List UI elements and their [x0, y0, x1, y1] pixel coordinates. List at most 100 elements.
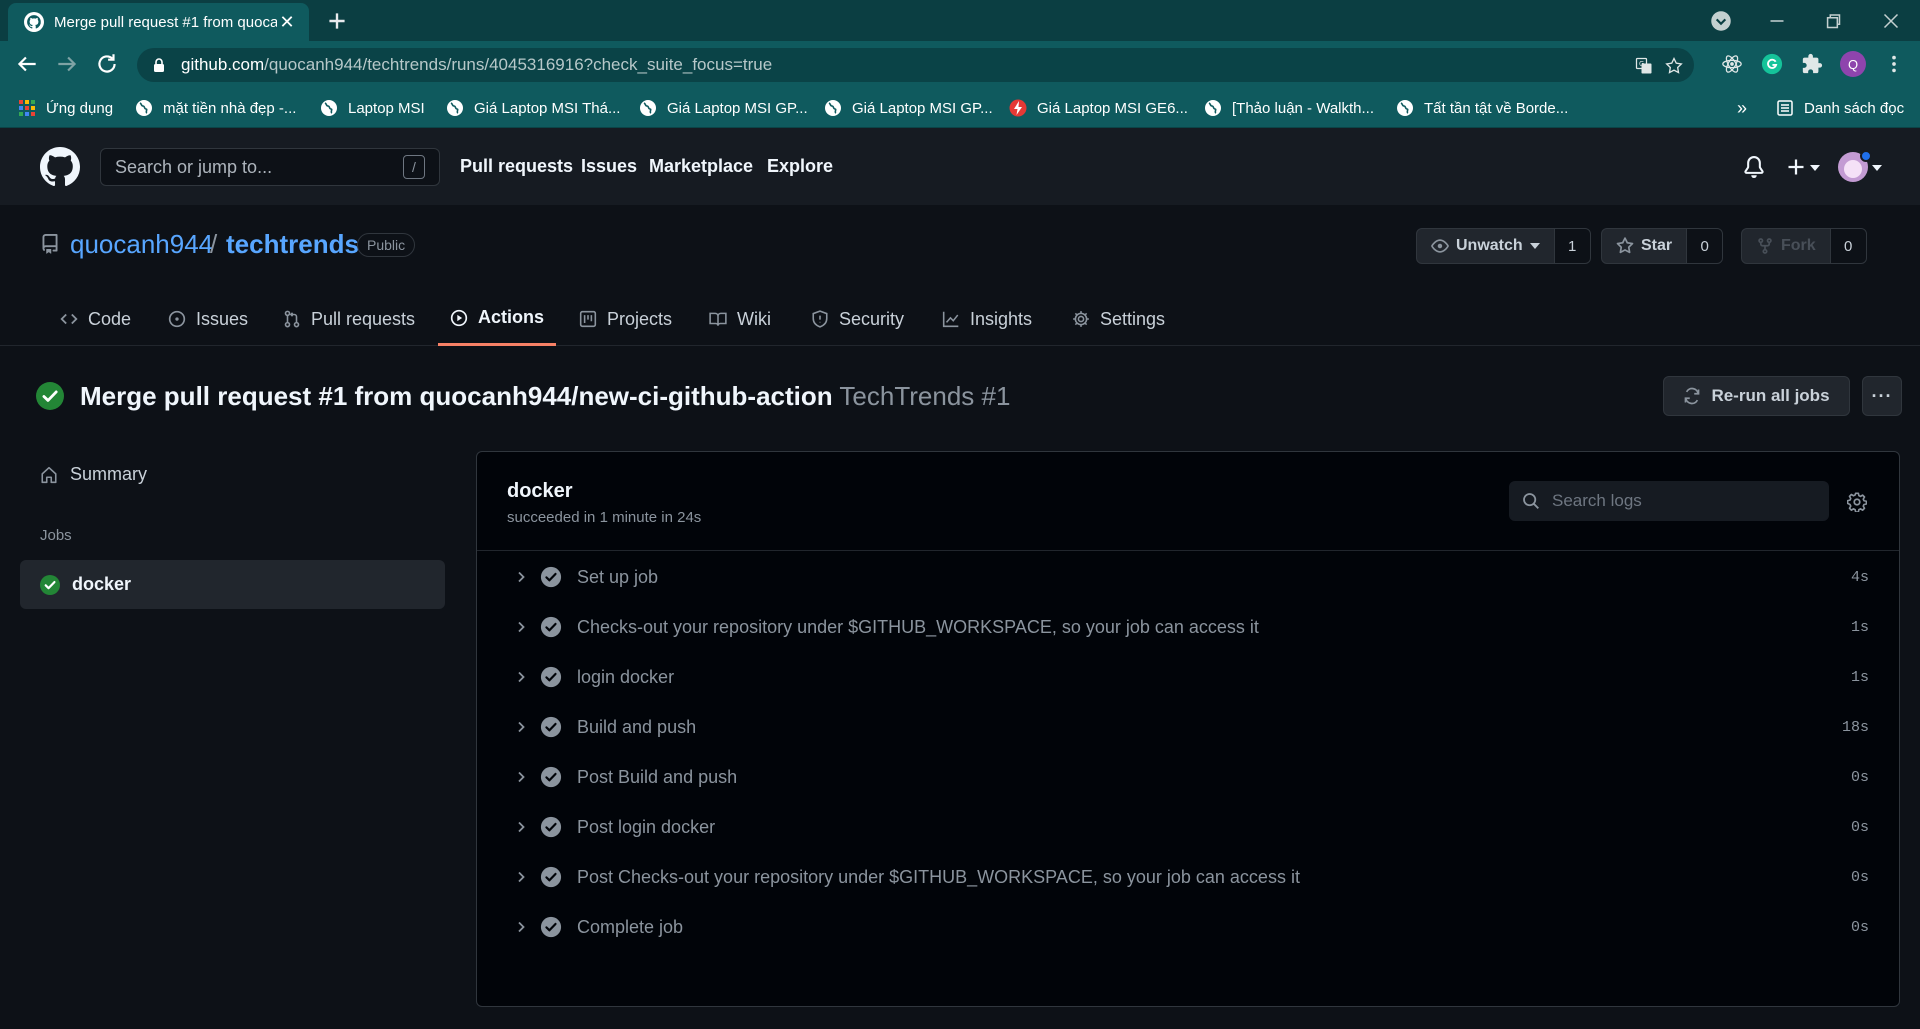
fork-button[interactable]: Fork 0 — [1741, 228, 1867, 264]
grammarly-icon[interactable] — [1761, 53, 1783, 75]
forward-icon[interactable] — [54, 51, 80, 77]
chevron-right-icon[interactable] — [513, 619, 529, 635]
watch-count[interactable]: 1 — [1553, 229, 1590, 263]
chevron-right-icon[interactable] — [513, 869, 529, 885]
repo-name-link[interactable]: techtrends — [226, 229, 359, 260]
repo-owner-link[interactable]: quocanh944 — [70, 229, 213, 260]
tab-search-icon[interactable] — [1708, 8, 1734, 34]
chevron-right-icon[interactable] — [513, 919, 529, 935]
log-settings-gear-icon[interactable] — [1847, 492, 1867, 512]
shield-icon — [812, 310, 828, 328]
tab-close-icon[interactable]: ✕ — [277, 12, 297, 32]
job-log-panel: docker succeeded in 1 minute in 24s Set … — [476, 451, 1900, 1007]
bookmark-item[interactable]: Giá Laptop MSI GP... — [824, 97, 993, 119]
svg-text:G: G — [1639, 60, 1644, 68]
search-shortcut-key: / — [403, 155, 425, 179]
chevron-right-icon[interactable] — [513, 719, 529, 735]
github-search-input[interactable]: Search or jump to... / — [100, 148, 440, 186]
tab-settings[interactable]: Settings — [1060, 292, 1177, 346]
reading-list[interactable]: Danh sách đọc — [1776, 97, 1904, 119]
rerun-all-jobs-button[interactable]: Re-run all jobs — [1663, 376, 1850, 416]
browser-menu-icon[interactable] — [1883, 53, 1905, 75]
tab-wiki[interactable]: Wiki — [697, 292, 783, 346]
eye-icon — [1431, 239, 1449, 253]
nav-marketplace[interactable]: Marketplace — [649, 156, 753, 177]
react-devtools-icon[interactable] — [1721, 53, 1743, 75]
log-step[interactable]: Build and push 18s — [477, 702, 1899, 752]
log-step[interactable]: Post login docker 0s — [477, 802, 1899, 852]
sidebar-job-docker[interactable]: docker — [20, 560, 445, 609]
github-header: Search or jump to... / Pull requests Iss… — [0, 128, 1920, 205]
summary-label: Summary — [70, 464, 148, 484]
chevron-right-icon[interactable] — [513, 669, 529, 685]
bookmark-item[interactable]: mặt tiền nhà đẹp -... — [135, 97, 296, 119]
nav-explore[interactable]: Explore — [767, 156, 833, 177]
log-step[interactable]: Post Checks-out your repository under $G… — [477, 852, 1899, 902]
star-button[interactable]: Star 0 — [1601, 228, 1724, 264]
watch-label-wrap[interactable]: Unwatch — [1417, 229, 1554, 263]
log-step[interactable]: Post Build and push 0s — [477, 752, 1899, 802]
translate-icon[interactable]: G — [1634, 56, 1654, 76]
address-bar[interactable]: github.com/quocanh944/techtrends/runs/40… — [137, 48, 1694, 82]
bookmark-item[interactable]: Laptop MSI — [320, 97, 425, 119]
job-status-text: succeeded in 1 minute in 24s — [507, 509, 702, 526]
bookmark-item[interactable]: Tất tần tật về Borde... — [1396, 97, 1568, 119]
more-options-button[interactable]: ··· — [1862, 376, 1902, 416]
fork-count[interactable]: 0 — [1829, 229, 1866, 263]
chevron-right-icon[interactable] — [513, 769, 529, 785]
bookmark-label: Giá Laptop MSI GP... — [852, 99, 993, 117]
sidebar-summary-link[interactable]: Summary — [40, 464, 147, 485]
chevron-right-icon[interactable] — [513, 569, 529, 585]
tab-pull-requests[interactable]: Pull requests — [271, 292, 427, 346]
tab-security[interactable]: Security — [799, 292, 916, 346]
tab-label: Security — [839, 308, 905, 329]
gear-icon — [1073, 311, 1089, 327]
tab-actions[interactable]: Actions — [438, 292, 557, 346]
lock-icon[interactable] — [151, 57, 167, 73]
step-check-icon — [540, 916, 562, 938]
log-step[interactable]: login docker 1s — [477, 652, 1899, 702]
watch-button[interactable]: Unwatch 1 — [1416, 228, 1591, 264]
close-window-icon[interactable] — [1878, 8, 1904, 34]
avatar-chevron-down-icon[interactable] — [1872, 164, 1882, 172]
star-label-wrap[interactable]: Star — [1602, 229, 1686, 263]
browser-tab[interactable]: Merge pull request #1 from quocanh944/ne… — [8, 3, 309, 41]
search-logs-box[interactable] — [1509, 481, 1829, 521]
chevron-right-icon[interactable] — [513, 819, 529, 835]
nav-issues[interactable]: Issues — [581, 156, 637, 177]
bookmark-item[interactable]: Giá Laptop MSI Thá... — [446, 97, 620, 119]
new-tab-icon[interactable] — [324, 8, 350, 34]
minimize-icon[interactable] — [1764, 8, 1790, 34]
bookmark-apps[interactable]: Ứng dụng — [18, 97, 113, 119]
log-step[interactable]: Set up job 4s — [477, 552, 1899, 602]
log-step[interactable]: Checks-out your repository under $GITHUB… — [477, 602, 1899, 652]
log-step[interactable]: Complete job 0s — [477, 902, 1899, 952]
notifications-bell-icon[interactable] — [1743, 156, 1765, 178]
step-check-icon — [540, 766, 562, 788]
reload-icon[interactable] — [94, 51, 120, 77]
tab-projects[interactable]: Projects — [567, 292, 684, 346]
restore-icon[interactable] — [1820, 8, 1846, 34]
job-title: docker — [507, 480, 573, 502]
reading-list-label: Danh sách đọc — [1804, 99, 1905, 117]
star-count[interactable]: 0 — [1686, 229, 1723, 263]
more-bookmarks-button[interactable]: » — [1737, 97, 1747, 119]
extensions-puzzle-icon[interactable] — [1801, 53, 1823, 75]
bookmark-star-icon[interactable] — [1664, 56, 1684, 76]
nav-pull-requests[interactable]: Pull requests — [460, 156, 573, 177]
profile-avatar[interactable]: Q — [1840, 51, 1866, 77]
reading-list-icon — [1777, 100, 1793, 116]
tab-issues[interactable]: Issues — [156, 292, 260, 346]
github-logo-icon[interactable] — [40, 147, 80, 187]
create-new-plus-icon[interactable] — [1786, 157, 1806, 177]
bookmark-item[interactable]: Giá Laptop MSI GE6... — [1009, 97, 1188, 119]
chevron-down-icon[interactable] — [1810, 164, 1820, 172]
bookmark-item[interactable]: Giá Laptop MSI GP... — [639, 97, 808, 119]
back-icon[interactable] — [14, 51, 40, 77]
search-logs-input[interactable] — [1552, 491, 1816, 511]
run-title: Merge pull request #1 from quocanh944/ne… — [80, 381, 1010, 412]
bookmark-item[interactable]: [Thảo luận - Walkth... — [1204, 97, 1374, 119]
tab-code[interactable]: Code — [48, 292, 143, 346]
tab-insights[interactable]: Insights — [930, 292, 1044, 346]
fork-label-wrap[interactable]: Fork — [1742, 229, 1830, 263]
